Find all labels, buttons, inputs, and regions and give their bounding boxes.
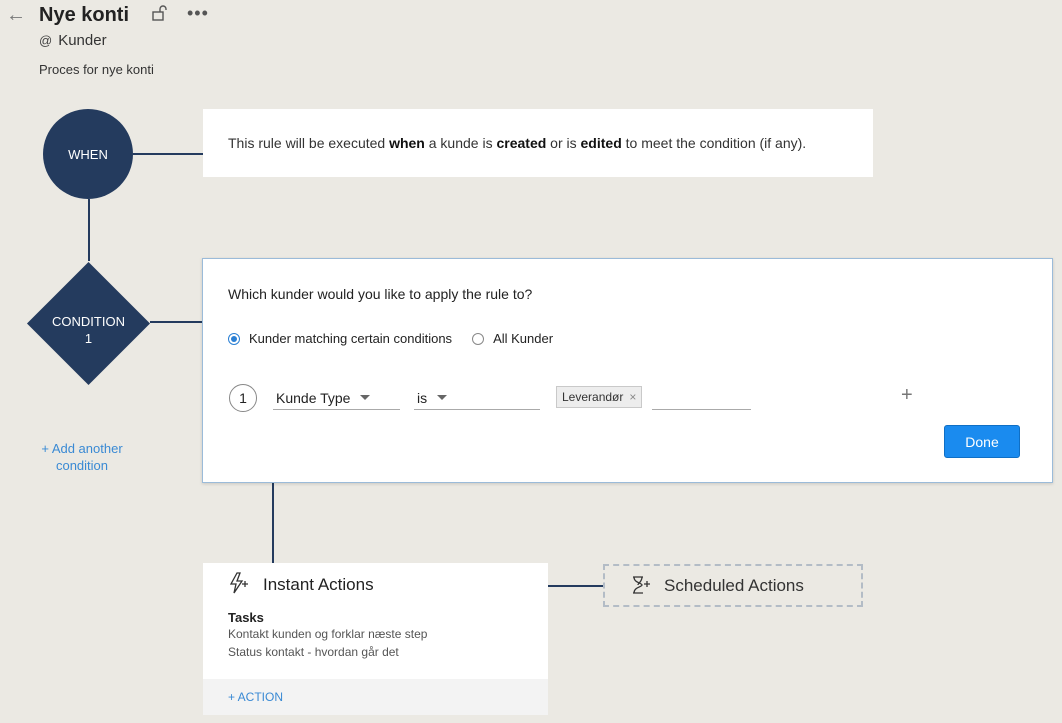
connector-line — [150, 321, 203, 323]
radio-matching-conditions[interactable] — [228, 332, 240, 345]
condition-node-label: CONDITION 1 — [52, 314, 125, 346]
chevron-down-icon — [360, 395, 371, 400]
page-title: Nye konti — [39, 4, 130, 26]
tasks-label: Tasks — [228, 610, 264, 625]
condition-panel: Which kunder would you like to apply the… — [202, 258, 1053, 483]
condition-radio-group: Kunder matching certain conditions All K… — [228, 331, 553, 346]
add-another-condition-link[interactable]: + Add another condition — [30, 440, 134, 474]
task-item[interactable]: Status kontakt - hvordan går det — [228, 645, 399, 659]
add-rule-button[interactable]: + — [901, 384, 913, 407]
operator-select[interactable]: is — [414, 386, 540, 410]
scheduled-actions-box[interactable]: Scheduled Actions — [603, 564, 863, 607]
value-input[interactable] — [652, 409, 751, 410]
task-item[interactable]: Kontakt kunden og forklar næste step — [228, 627, 427, 641]
field-select[interactable]: Kunde Type — [273, 386, 400, 410]
rule-description: Proces for nye konti — [39, 62, 154, 77]
module-name: Kunder — [58, 32, 107, 49]
when-node[interactable]: WHEN — [43, 109, 133, 199]
add-action-button[interactable]: + ACTION — [203, 679, 548, 715]
hourglass-plus-icon — [633, 575, 650, 594]
connector-line — [133, 153, 204, 155]
at-icon: @ — [39, 33, 53, 48]
radio-all-kunder-label[interactable]: All Kunder — [493, 331, 553, 346]
rule-number: 1 — [229, 384, 257, 412]
scheduled-actions-title: Scheduled Actions — [664, 575, 804, 595]
when-description-box: This rule will be executed when a kunde … — [203, 109, 873, 177]
back-arrow-icon[interactable]: ← — [6, 5, 26, 25]
instant-actions-panel: Instant Actions Tasks Kontakt kunden og … — [203, 563, 548, 715]
radio-all-kunder[interactable] — [472, 332, 485, 345]
value-tag: Leverandør × — [556, 386, 643, 408]
when-text: This rule will be executed when a kunde … — [228, 135, 807, 151]
condition-question: Which kunder would you like to apply the… — [228, 286, 533, 302]
more-options-icon[interactable]: ••• — [187, 3, 209, 24]
module-label: @ Kunder — [39, 32, 107, 49]
remove-tag-icon[interactable]: × — [629, 390, 636, 404]
lightning-plus-icon — [229, 572, 248, 594]
instant-actions-title: Instant Actions — [263, 575, 374, 594]
connector-line — [548, 585, 604, 587]
radio-matching-conditions-label[interactable]: Kunder matching certain conditions — [249, 331, 452, 346]
connector-line — [272, 483, 274, 564]
done-button[interactable]: Done — [944, 425, 1020, 458]
lock-icon[interactable] — [152, 5, 168, 21]
chevron-down-icon — [437, 395, 448, 400]
connector-line — [88, 199, 90, 261]
